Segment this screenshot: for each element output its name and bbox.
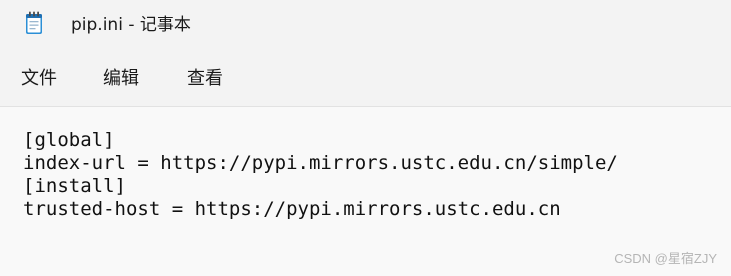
menu-bar: 文件 编辑 查看 — [0, 50, 731, 107]
watermark: CSDN @星宿ZJY — [614, 251, 717, 266]
menu-file[interactable]: 文件 — [21, 66, 57, 92]
text-editor-area[interactable]: [global] index-url = https://pypi.mirror… — [0, 107, 731, 276]
notepad-icon — [26, 11, 42, 34]
file-content[interactable]: [global] index-url = https://pypi.mirror… — [23, 129, 618, 221]
title-bar[interactable]: pip.ini - 记事本 — [0, 0, 731, 50]
menu-edit[interactable]: 编辑 — [103, 66, 139, 92]
window-title: pip.ini - 记事本 — [71, 15, 191, 35]
menu-view[interactable]: 查看 — [187, 66, 223, 92]
